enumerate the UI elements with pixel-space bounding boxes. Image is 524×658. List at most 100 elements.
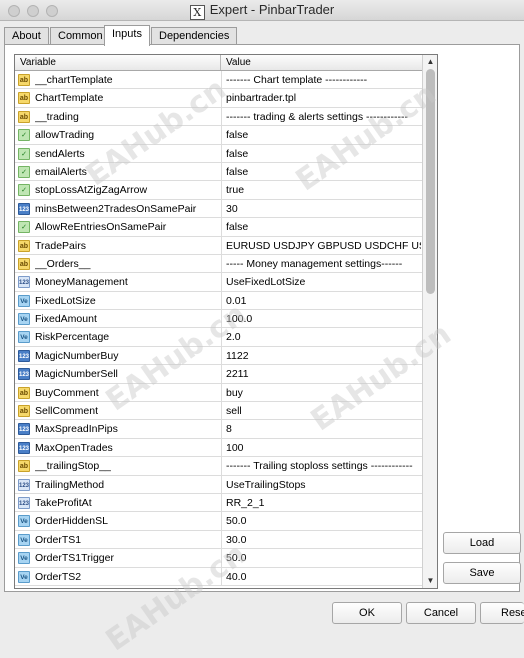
title-bar: X Expert - PinbarTrader [0,0,524,21]
double-type-icon: Ve [18,570,30,583]
variable-value[interactable]: UseFixedLotSize [221,273,421,292]
input-row[interactable]: ab __chartTemplate ------- Chart template … [15,71,422,90]
variable-value[interactable]: false [221,162,421,181]
tab-dependencies[interactable]: Dependencies [151,27,238,45]
variable-value[interactable]: 50.0 [221,512,421,531]
variable-value[interactable]: true [221,181,421,200]
variable-name: TradePairs [35,239,86,252]
variable-value[interactable]: 2211 [221,365,421,384]
save-button[interactable]: Save [443,562,521,584]
scroll-up-arrow-icon[interactable]: ▲ [425,57,436,67]
variable-value[interactable]: 50.0 [221,549,421,568]
string-type-icon: ab [18,110,30,123]
bool-type-icon: ✓ [18,184,30,197]
variable-name: AllowReEntriesOnSamePair [35,221,167,234]
bool-type-icon: ✓ [18,147,30,160]
tab-common[interactable]: Common [50,27,111,45]
variable-value[interactable]: pinbartrader.tpl [221,89,421,108]
variable-value[interactable]: ------- Chart template ------------ [221,71,421,89]
variable-value[interactable]: 1122 [221,346,421,365]
variable-value[interactable]: ------- trading & alerts settings ------… [221,107,421,126]
integer-type-icon: 123 [18,349,30,362]
input-row[interactable]: ✓ AllowReEntriesOnSamePair false [15,218,422,237]
variable-value[interactable]: ------- Trailing stoploss settings -----… [221,457,421,476]
tab-about[interactable]: About [4,27,49,45]
input-row[interactable]: 123 MaxSpreadInPips 8 [15,420,422,439]
input-row[interactable]: 123 MagicNumberBuy 1122 [15,346,422,366]
enum-type-icon: 123 [18,276,30,289]
variable-value[interactable]: false [221,144,421,163]
input-row[interactable]: 123 TrailingMethod UseTrailingStops [15,475,422,494]
variable-value[interactable]: RR_2_1 [221,493,421,512]
double-type-icon: Ve [18,294,30,307]
string-type-icon: ab [18,92,30,105]
window-title: Expert - PinbarTrader [209,2,335,17]
string-type-icon: ab [18,257,30,270]
input-row[interactable]: Ve FixedLotSize 0.01 [15,291,422,311]
scrollbar-thumb[interactable] [426,69,435,294]
variable-name: FixedLotSize [35,294,96,307]
cancel-button[interactable]: Cancel [406,602,476,624]
input-row[interactable]: Ve FixedAmount 100.0 [15,310,422,329]
string-type-icon: ab [18,405,30,418]
vertical-scrollbar[interactable]: ▲ ▼ [422,55,437,588]
input-row[interactable]: ab __trailingStop__ ------- Trailing stopl… [15,457,422,476]
input-row[interactable]: ✓ stopLossAtZigZagArrow true [15,181,422,200]
inputs-grid: Variable Value ab __chartTemplate ------- … [14,54,438,589]
variable-value[interactable]: ----- Money management settings------ [221,254,421,273]
string-type-icon: ab [18,74,30,86]
input-row[interactable]: Ve OrderTS1 30.0 [15,530,422,550]
inputs-panel: Variable Value ab __chartTemplate ------- … [4,44,521,592]
column-header-variable[interactable]: Variable [15,55,221,70]
input-row[interactable]: 123 MaxOpenTrades 100 [15,438,422,458]
column-header-value[interactable]: Value [221,55,421,70]
input-row[interactable]: Ve OrderHiddenSL 50.0 [15,512,422,531]
ok-button[interactable]: OK [332,602,402,624]
variable-name: stopLossAtZigZagArrow [35,184,148,197]
variable-name: OrderHiddenSL [35,515,108,528]
input-row[interactable]: ab ChartTemplate pinbartrader.tpl [15,89,422,108]
input-row[interactable]: ab __Orders__ ----- Money management setti… [15,254,422,274]
input-row[interactable]: ab TradePairs EURUSD USDJPY GBPUSD USDCHF … [15,236,422,255]
variable-value[interactable]: sell [221,402,421,421]
variable-name: __chartTemplate [35,74,113,86]
variable-name: MagicNumberSell [35,368,118,381]
input-row[interactable]: 123 minsBetween2TradesOnSamePair 30 [15,199,422,219]
input-row[interactable]: ab BuyComment buy [15,383,422,403]
input-row[interactable]: ab SellComment sell [15,402,422,421]
load-button[interactable]: Load [443,532,521,554]
variable-value[interactable]: EURUSD USDJPY GBPUSD USDCHF USDCA... [221,236,421,255]
variable-value[interactable]: 0.01 [221,291,421,310]
variable-name: ChartTemplate [35,92,104,105]
input-row[interactable]: Ve OrderTS2 40.0 [15,567,422,586]
variable-name: minsBetween2TradesOnSamePair [35,202,197,215]
integer-type-icon: 123 [18,202,30,215]
variable-value[interactable]: buy [221,383,421,402]
input-row[interactable]: Ve OrderTS1Trigger 50.0 [15,549,422,568]
input-row[interactable]: Ve RiskPercentage 2.0 [15,328,422,347]
input-row[interactable]: 123 MagicNumberSell 2211 [15,365,422,384]
variable-value[interactable]: 30 [221,199,421,218]
variable-value[interactable]: 40.0 [221,567,421,586]
variable-value[interactable]: UseTrailingStops [221,475,421,494]
variable-value[interactable]: 100 [221,438,421,457]
window-title-area: X Expert - PinbarTrader [0,2,524,20]
variable-name: allowTrading [35,129,95,142]
input-row[interactable]: 123 TakeProfitAt RR_2_1 [15,493,422,513]
variable-value[interactable]: 100.0 [221,310,421,329]
integer-type-icon: 123 [18,441,30,454]
input-row[interactable]: 123 MoneyManagement UseFixedLotSize [15,273,422,292]
variable-name: FixedAmount [35,313,97,326]
reset-button[interactable]: Reset [480,602,524,624]
input-row[interactable]: ✓ emailAlerts false [15,162,422,182]
variable-value[interactable]: 8 [221,420,421,439]
variable-value[interactable]: false [221,218,421,237]
variable-value[interactable]: 2.0 [221,328,421,347]
variable-value[interactable]: false [221,126,421,145]
input-row[interactable]: ab __trading ------- trading & alerts sett… [15,107,422,127]
input-row[interactable]: ✓ sendAlerts false [15,144,422,163]
input-row[interactable]: ✓ allowTrading false [15,126,422,145]
tab-inputs[interactable]: Inputs [104,25,150,46]
variable-value[interactable]: 30.0 [221,530,421,549]
scroll-down-arrow-icon[interactable]: ▼ [425,576,436,586]
